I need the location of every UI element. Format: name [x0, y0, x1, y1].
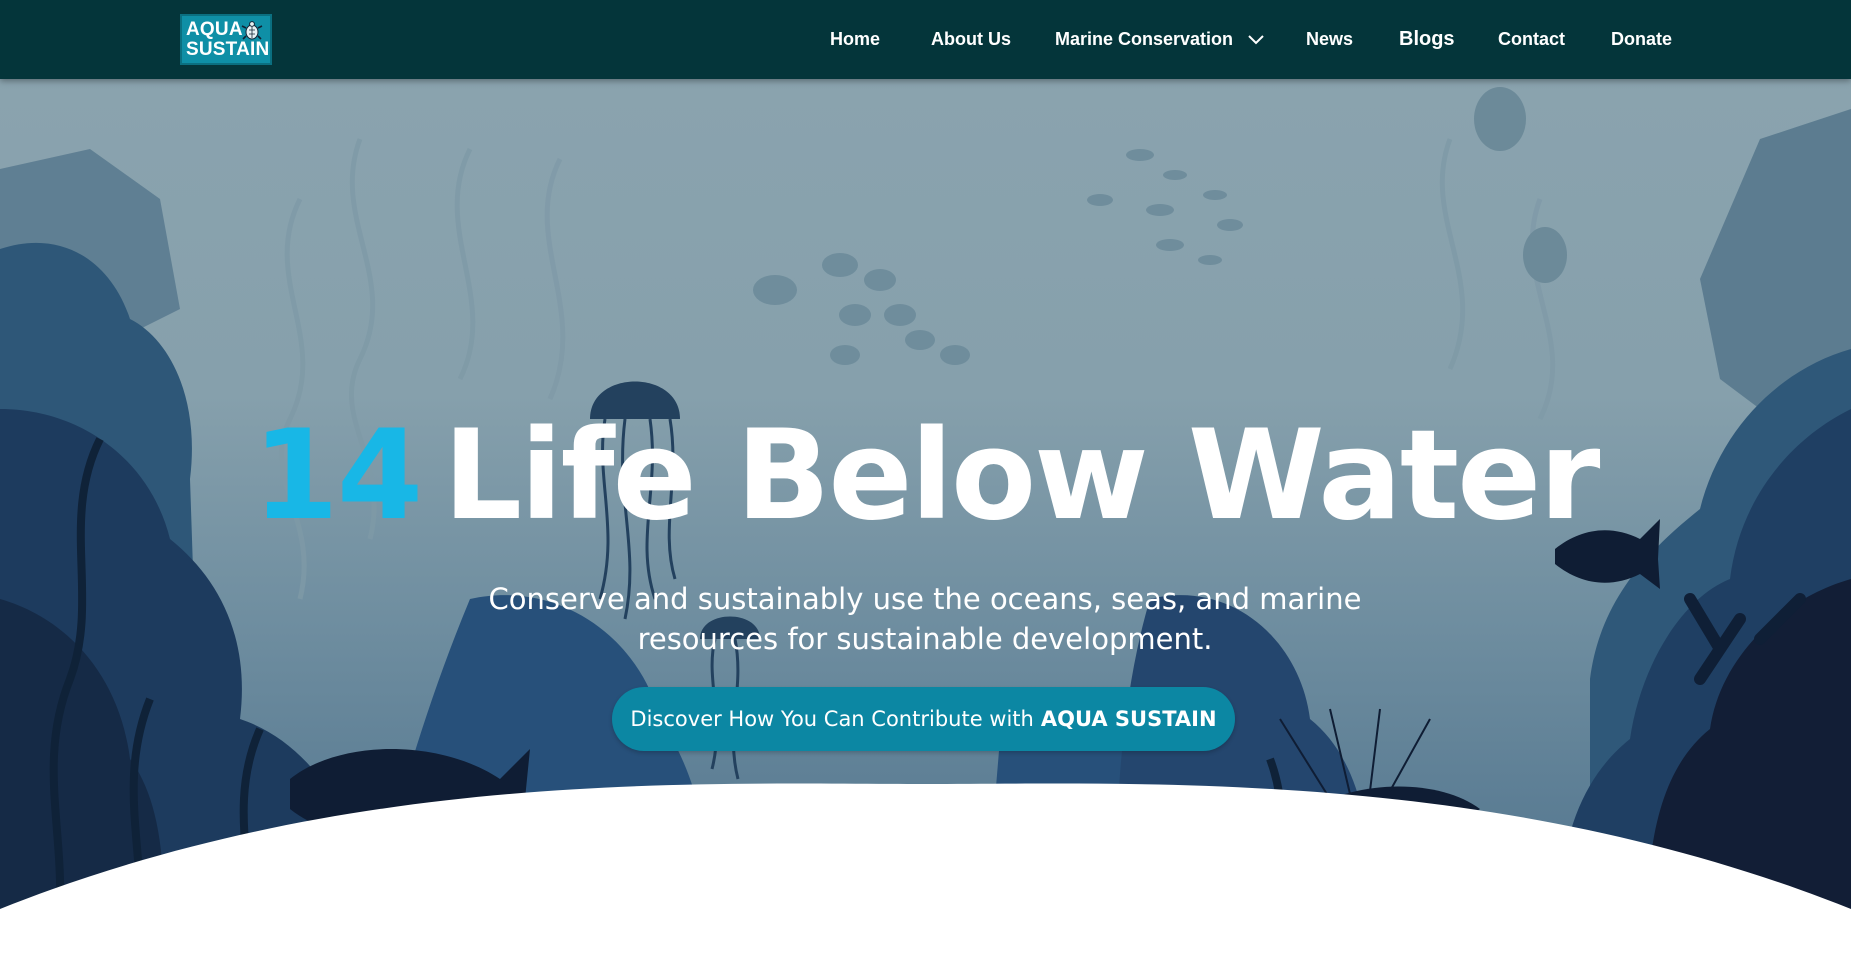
top-navbar: AQUA SUSTAIN Home About Us Marine Conser…: [0, 0, 1851, 79]
turtle-icon: [241, 21, 263, 40]
nav-marine-conservation-label: Marine Conservation: [1055, 29, 1234, 49]
discover-contribute-button[interactable]: Discover How You Can Contribute with AQU…: [612, 687, 1235, 751]
logo[interactable]: AQUA SUSTAIN: [180, 14, 272, 65]
nav-home[interactable]: Home: [830, 29, 880, 50]
nav-about-us[interactable]: About Us: [931, 29, 1011, 50]
hero-title-text: Life Below Water: [443, 404, 1600, 548]
cta-text: Discover How You Can Contribute with: [630, 707, 1034, 731]
nav-news[interactable]: News: [1306, 29, 1353, 50]
hero-subtitle: Conserve and sustainably use the oceans,…: [488, 582, 1362, 656]
nav-contact[interactable]: Contact: [1498, 29, 1565, 50]
hero-title: 14 Life Below Water: [0, 414, 1851, 538]
sdg-number: 14: [252, 404, 424, 548]
nav-marine-conservation[interactable]: Marine Conservation: [1055, 29, 1265, 50]
nav-blogs[interactable]: Blogs: [1399, 28, 1455, 51]
logo-line-2: SUSTAIN: [186, 39, 270, 60]
nav-donate[interactable]: Donate: [1611, 29, 1672, 50]
cta-brand: AQUA SUSTAIN: [1040, 707, 1217, 731]
chevron-down-icon: [1248, 34, 1264, 44]
hero-section: 14 Life Below Water Conserve and sustaina…: [0, 79, 1851, 978]
